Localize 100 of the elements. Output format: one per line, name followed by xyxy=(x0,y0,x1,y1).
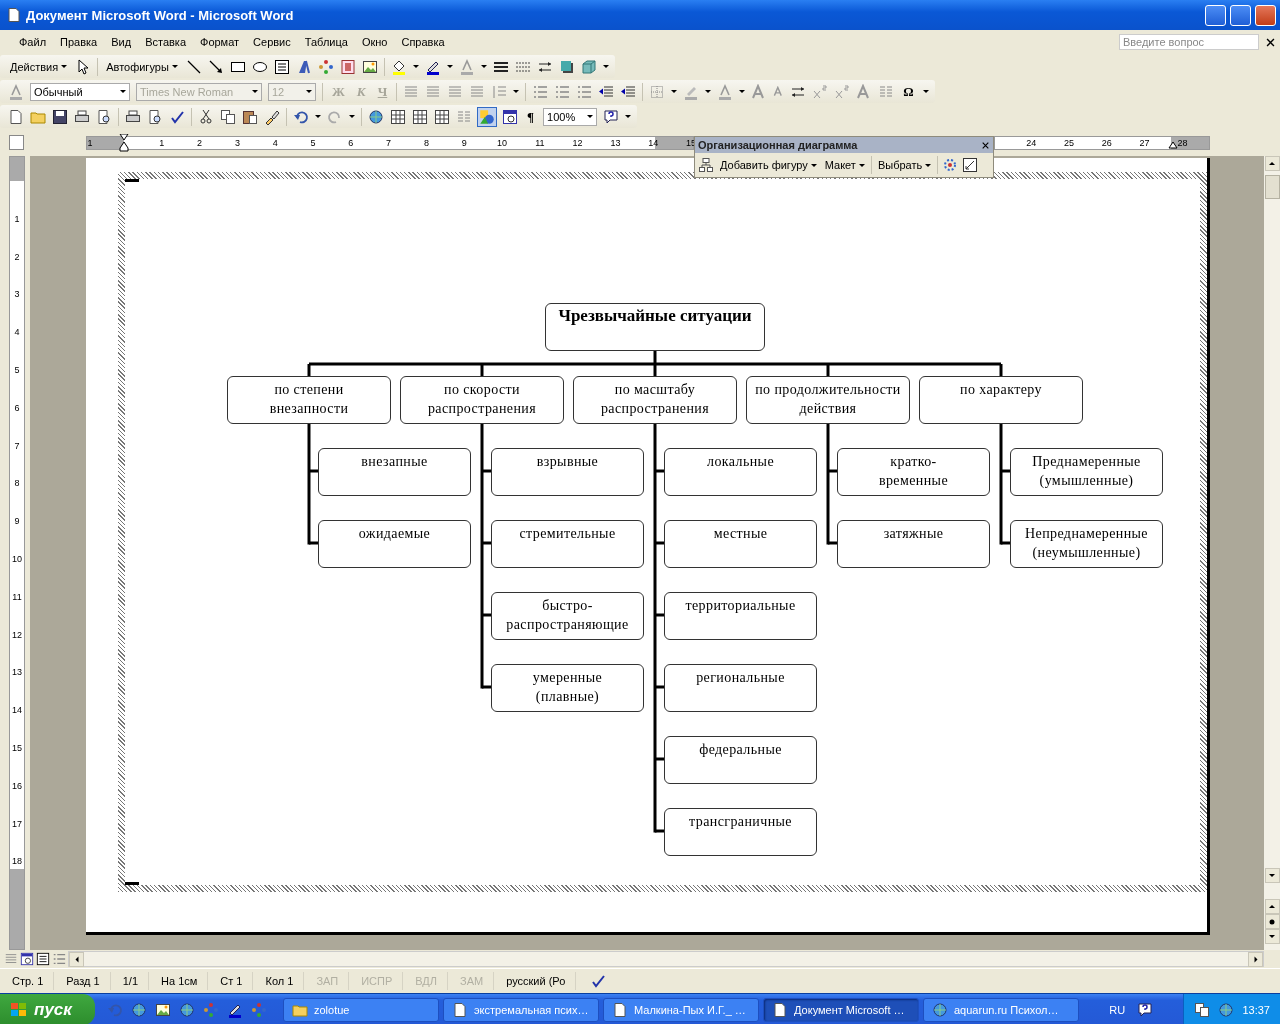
menu-item[interactable]: Сервис xyxy=(246,34,298,50)
start-button[interactable]: пуск xyxy=(0,994,95,1024)
help-search-field[interactable]: Введите вопрос xyxy=(1119,34,1259,50)
print-layout-view-icon[interactable] xyxy=(36,952,50,966)
fill-color-icon[interactable] xyxy=(390,58,407,75)
menu-item[interactable]: Файл xyxy=(12,34,54,50)
caret-icon[interactable] xyxy=(925,163,932,167)
menu-item[interactable]: Окно xyxy=(354,34,395,50)
menu-item[interactable]: Справка xyxy=(394,34,452,50)
horizontal-ruler[interactable]: 24 25 26 27 28 xyxy=(994,136,1210,150)
autoshapes-menu[interactable]: Автофигуры xyxy=(104,58,180,75)
language-indicator[interactable]: RU xyxy=(1109,1003,1126,1016)
insert-table-icon[interactable] xyxy=(412,108,428,125)
caret-icon[interactable] xyxy=(739,90,746,93)
next-page-icon[interactable] xyxy=(1269,935,1275,938)
select-menu[interactable]: Выбрать xyxy=(875,157,934,173)
vertical-scrollbar[interactable] xyxy=(1264,156,1280,950)
zoom-dropdown[interactable]: 100% xyxy=(543,107,598,126)
increase-indent-icon[interactable] xyxy=(620,83,637,100)
scroll-up-icon[interactable] xyxy=(1269,162,1275,165)
org-chart-node[interactable]: по продолжительности действия xyxy=(746,376,910,424)
paste-icon[interactable] xyxy=(242,108,258,125)
caret-icon[interactable] xyxy=(61,65,68,68)
close-button[interactable] xyxy=(1255,4,1276,26)
org-chart-node[interactable]: кратко- временные xyxy=(837,448,990,496)
caret-icon[interactable] xyxy=(120,90,126,93)
caret-icon[interactable] xyxy=(480,65,487,68)
scroll-down-icon[interactable] xyxy=(1269,874,1275,877)
cube-icon[interactable] xyxy=(580,58,597,75)
menu-item[interactable]: Вставка xyxy=(138,34,193,50)
layout-menu[interactable]: Макет xyxy=(822,157,867,173)
taskbar-button[interactable]: Малкина-Пых И.Г._ … xyxy=(603,997,759,1022)
taskbar-button[interactable]: экстремальная псих… xyxy=(443,997,599,1022)
style-icon[interactable] xyxy=(8,83,24,100)
vertical-ruler[interactable]: 1 2 3 4 5 6 7 8 9 10 11 12 13 14 15 16 17 18 xyxy=(9,156,25,950)
add-shape-menu[interactable]: Добавить фигуру xyxy=(718,157,819,173)
caret-icon[interactable] xyxy=(349,115,355,118)
menu-item[interactable]: Вид xyxy=(104,34,139,50)
search-icon[interactable] xyxy=(96,108,112,125)
org-chart-node[interactable]: территориальные xyxy=(664,592,817,640)
autoformat-icon[interactable] xyxy=(942,157,959,173)
caret-icon[interactable] xyxy=(513,90,520,93)
new-document-icon[interactable] xyxy=(8,108,24,125)
hyperlink-globe-icon[interactable] xyxy=(368,108,384,125)
fit-text-icon[interactable] xyxy=(962,157,979,173)
org-chart-node[interactable]: региональные xyxy=(664,664,817,712)
arrow-icon[interactable] xyxy=(207,58,224,75)
caret-icon[interactable] xyxy=(810,163,817,167)
help-icon[interactable] xyxy=(1137,1001,1154,1018)
diagram-icon[interactable] xyxy=(317,58,334,75)
org-chart-node[interactable]: Преднамеренные (умышленные) xyxy=(1010,448,1163,496)
symbol-button[interactable]: Ω xyxy=(900,83,917,100)
org-chart-node[interactable]: взрывные xyxy=(491,448,644,496)
cut-icon[interactable] xyxy=(198,108,214,125)
resize-handle[interactable] xyxy=(125,882,139,885)
org-chart-node[interactable]: по масштабу распространения xyxy=(573,376,737,424)
style-dropdown[interactable]: Обычный xyxy=(30,82,130,101)
taskbar-button[interactable]: zolotue xyxy=(283,997,439,1022)
caret-icon[interactable] xyxy=(858,163,865,167)
picture-icon[interactable] xyxy=(361,58,378,75)
org-chart-node[interactable]: стремительные xyxy=(491,520,644,568)
spreadsheet-icon[interactable] xyxy=(434,108,450,125)
caret-icon[interactable] xyxy=(922,90,929,93)
caret-icon[interactable] xyxy=(171,65,178,68)
horizontal-scrollbar[interactable] xyxy=(68,951,1264,967)
org-chart-node[interactable]: по скорости распространения xyxy=(400,376,564,424)
format-painter-icon[interactable] xyxy=(264,108,280,125)
org-chart-node[interactable]: трансграничные xyxy=(664,808,817,856)
caret-icon[interactable] xyxy=(446,65,453,68)
copy-icon[interactable] xyxy=(220,108,236,125)
indent-marker-icon[interactable] xyxy=(119,134,129,152)
print-preview-icon[interactable] xyxy=(147,108,163,125)
org-chart-node[interactable]: по характеру xyxy=(919,376,1083,424)
org-chart-node[interactable]: умеренные (плавные) xyxy=(491,664,644,712)
text-box-icon[interactable] xyxy=(273,58,290,75)
scroll-left-icon[interactable] xyxy=(75,956,78,963)
globe-icon[interactable] xyxy=(1218,1001,1235,1018)
org-chart-node[interactable]: быстро- распространяющие xyxy=(491,592,644,640)
tables-borders-icon[interactable] xyxy=(390,108,406,125)
close-icon[interactable] xyxy=(1265,36,1276,48)
print-icon[interactable] xyxy=(125,108,141,125)
org-chart-icon[interactable] xyxy=(698,157,714,173)
org-chart-node[interactable]: затяжные xyxy=(837,520,990,568)
line-icon[interactable] xyxy=(185,58,202,75)
actions-menu[interactable]: Действия xyxy=(8,58,70,75)
minimize-button[interactable] xyxy=(1205,4,1226,26)
save-icon[interactable] xyxy=(52,108,68,125)
org-chart-root-node[interactable]: Чрезвычайные ситуации xyxy=(545,303,765,351)
org-chart-node[interactable]: ожидаемые xyxy=(318,520,471,568)
org-chart-node[interactable]: внезапные xyxy=(318,448,471,496)
scroll-right-icon[interactable] xyxy=(1254,956,1257,963)
caret-icon[interactable] xyxy=(587,115,594,118)
scrollbar-thumb[interactable] xyxy=(1264,175,1280,199)
caret-icon[interactable] xyxy=(705,90,712,93)
browse-object-icon[interactable] xyxy=(1269,918,1275,925)
tab-selector[interactable] xyxy=(9,135,24,150)
document-map-icon[interactable] xyxy=(502,108,518,125)
resize-handle[interactable] xyxy=(125,179,139,182)
help-icon[interactable] xyxy=(603,108,620,125)
globe-icon[interactable] xyxy=(179,1001,195,1018)
